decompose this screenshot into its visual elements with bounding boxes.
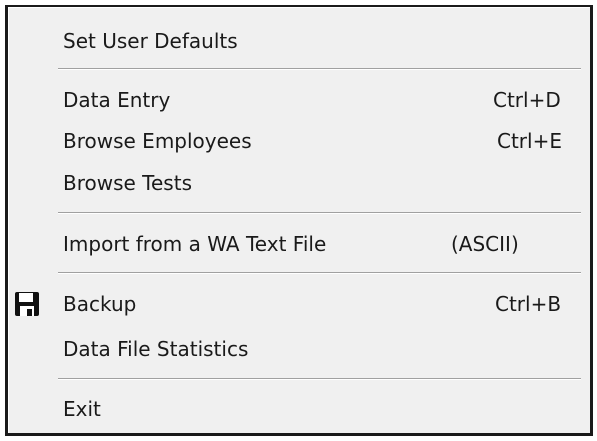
menu-item-label: Exit — [63, 397, 101, 421]
file-context-menu: Set User Defaults Data Entry Ctrl+D Brow… — [5, 5, 593, 436]
menu-item-shortcut: Ctrl+B — [495, 292, 562, 316]
menu-item-set-user-defaults[interactable]: Set User Defaults — [8, 23, 590, 59]
menu-separator — [58, 272, 581, 274]
menu-separator — [58, 212, 581, 214]
menu-item-backup[interactable]: Backup Ctrl+B — [8, 286, 590, 322]
menu-item-label: Import from a WA Text File — [63, 232, 327, 256]
menu-item-browse-employees[interactable]: Browse Employees Ctrl+E — [8, 123, 590, 159]
menu-item-label: Backup — [63, 292, 137, 316]
menu-item-label: Browse Employees — [63, 129, 252, 153]
menu-item-shortcut: (ASCII) — [451, 232, 519, 256]
menu-item-import-wa-text-file[interactable]: Import from a WA Text File (ASCII) — [8, 226, 590, 262]
menu-item-label: Set User Defaults — [63, 29, 238, 53]
menu-separator — [58, 378, 581, 380]
menu-item-data-file-statistics[interactable]: Data File Statistics — [8, 331, 590, 367]
menu-item-label: Data File Statistics — [63, 337, 249, 361]
floppy-disk-icon — [15, 292, 39, 316]
menu-item-exit[interactable]: Exit — [8, 391, 590, 427]
menu-item-label: Browse Tests — [63, 171, 192, 195]
menu-item-shortcut: Ctrl+E — [497, 129, 562, 153]
menu-separator — [58, 68, 581, 70]
menu-item-shortcut: Ctrl+D — [493, 88, 561, 112]
menu-item-data-entry[interactable]: Data Entry Ctrl+D — [8, 82, 590, 118]
menu-item-label: Data Entry — [63, 88, 171, 112]
menu-item-browse-tests[interactable]: Browse Tests — [8, 165, 590, 201]
